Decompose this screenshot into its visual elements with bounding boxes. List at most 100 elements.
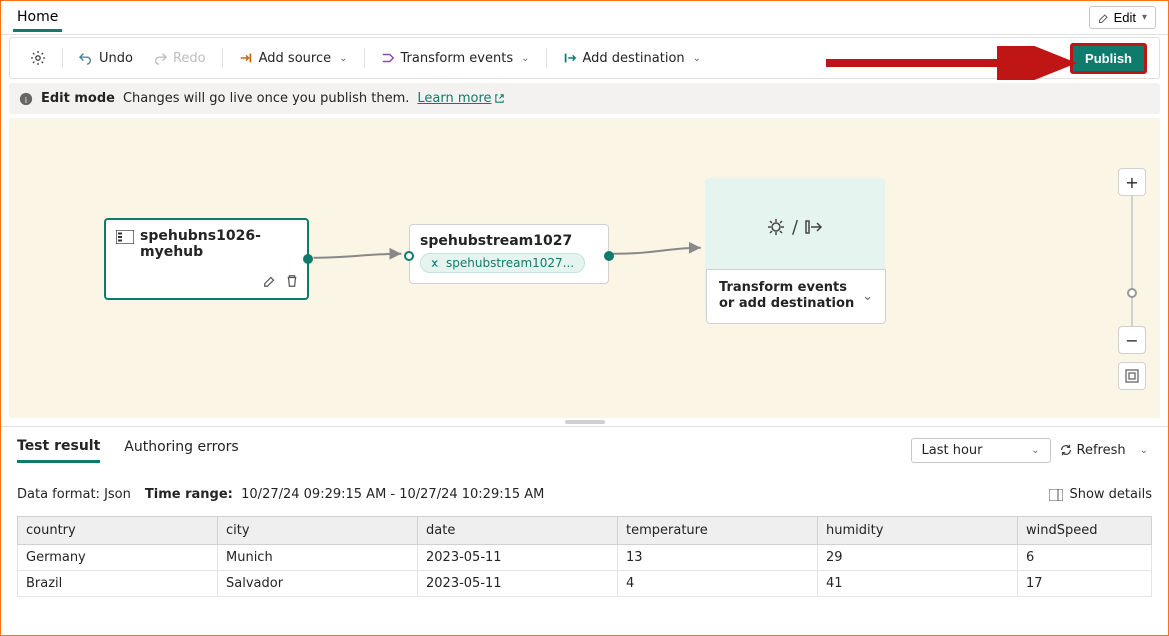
node-stream[interactable]: spehubstream1027 spehubstream1027... bbox=[409, 224, 609, 284]
tab-authoring-errors[interactable]: Authoring errors bbox=[124, 439, 238, 461]
edit-node-button[interactable] bbox=[263, 274, 277, 292]
refresh-icon bbox=[1059, 443, 1073, 457]
node-target[interactable]: / Transform events or add destination ⌄ bbox=[705, 178, 885, 318]
target-action-box[interactable]: Transform events or add destination ⌄ bbox=[706, 269, 886, 324]
target-text: Transform events or add destination bbox=[719, 280, 858, 313]
port-in[interactable] bbox=[404, 251, 414, 261]
edit-button-label: Edit bbox=[1114, 10, 1136, 25]
col-country[interactable]: country bbox=[18, 517, 218, 545]
learn-more-label: Learn more bbox=[417, 91, 491, 106]
port-out[interactable] bbox=[604, 251, 614, 261]
pencil-icon bbox=[263, 274, 277, 288]
timerange-label: Time range: bbox=[145, 487, 233, 502]
time-range-select[interactable]: Last hour ⌄ bbox=[911, 438, 1051, 463]
info-icon: i bbox=[19, 92, 33, 106]
stream-node-title: spehubstream1027 bbox=[420, 233, 598, 249]
edit-button[interactable]: Edit ▾ bbox=[1089, 6, 1156, 29]
cell: Salvador bbox=[218, 571, 418, 597]
settings-button[interactable] bbox=[22, 46, 54, 70]
chevron-down-icon[interactable]: ⌄ bbox=[1136, 445, 1152, 456]
cell: 13 bbox=[618, 545, 818, 571]
pipeline-canvas[interactable]: spehubns1026-myehub spehubstream1027 spe… bbox=[9, 118, 1160, 418]
cell: 17 bbox=[1018, 571, 1152, 597]
stream-icon bbox=[431, 258, 442, 269]
details-icon bbox=[1049, 489, 1063, 501]
zoom-fit-button[interactable] bbox=[1118, 362, 1146, 390]
add-destination-button[interactable]: Add destination ⌄ bbox=[555, 47, 710, 70]
results-tabs: Test result Authoring errors Last hour ⌄… bbox=[17, 433, 1152, 467]
chevron-down-icon: ⌄ bbox=[858, 289, 873, 304]
stream-badge: spehubstream1027... bbox=[420, 253, 585, 273]
cell: 29 bbox=[818, 545, 1018, 571]
show-details-button[interactable]: Show details bbox=[1049, 487, 1152, 502]
cell: 6 bbox=[1018, 545, 1152, 571]
stream-badge-label: spehubstream1027... bbox=[446, 256, 574, 270]
divider bbox=[364, 48, 365, 68]
edit-mode-banner: i Edit mode Changes will go live once yo… bbox=[9, 83, 1160, 114]
fit-icon bbox=[1125, 369, 1139, 383]
zoom-slider[interactable] bbox=[1131, 196, 1133, 326]
zoom-handle[interactable] bbox=[1127, 288, 1137, 298]
transform-events-button[interactable]: Transform events ⌄ bbox=[373, 47, 538, 70]
gear-icon bbox=[30, 50, 46, 66]
col-wind[interactable]: windSpeed bbox=[1018, 517, 1152, 545]
panel-splitter[interactable] bbox=[1, 418, 1168, 426]
col-date[interactable]: date bbox=[418, 517, 618, 545]
cell: Brazil bbox=[18, 571, 218, 597]
zoom-in-button[interactable]: + bbox=[1118, 168, 1146, 196]
time-range-value: Last hour bbox=[922, 443, 983, 458]
refresh-button[interactable]: Refresh bbox=[1059, 443, 1126, 458]
add-dest-label: Add destination bbox=[583, 51, 685, 66]
output-icon bbox=[804, 217, 824, 237]
add-source-icon bbox=[239, 51, 253, 65]
col-temp[interactable]: temperature bbox=[618, 517, 818, 545]
format-label: Data format: bbox=[17, 487, 100, 502]
cell: 2023-05-11 bbox=[418, 571, 618, 597]
tab-home[interactable]: Home bbox=[13, 3, 62, 32]
col-city[interactable]: city bbox=[218, 517, 418, 545]
undo-button[interactable]: Undo bbox=[71, 47, 141, 70]
canvas-wrap: spehubns1026-myehub spehubstream1027 spe… bbox=[9, 118, 1160, 418]
divider bbox=[62, 48, 63, 68]
redo-icon bbox=[153, 51, 167, 65]
tab-test-result[interactable]: Test result bbox=[17, 438, 100, 463]
undo-icon bbox=[79, 51, 93, 65]
cell: 4 bbox=[618, 571, 818, 597]
chevron-down-icon: ▾ bbox=[1142, 12, 1147, 23]
zoom-out-button[interactable]: − bbox=[1118, 326, 1146, 354]
redo-button[interactable]: Redo bbox=[145, 47, 214, 70]
publish-button[interactable]: Publish bbox=[1070, 43, 1147, 74]
timerange-value: 10/27/24 09:29:15 AM - 10/27/24 10:29:15… bbox=[241, 487, 544, 502]
format-value: Json bbox=[104, 487, 131, 502]
undo-label: Undo bbox=[99, 51, 133, 66]
chevron-down-icon: ⌄ bbox=[521, 53, 529, 64]
learn-more-link[interactable]: Learn more bbox=[417, 91, 504, 106]
show-details-label: Show details bbox=[1069, 487, 1152, 502]
table-row[interactable]: Germany Munich 2023-05-11 13 29 6 bbox=[18, 545, 1152, 571]
banner-msg: Changes will go live once you publish th… bbox=[123, 91, 409, 106]
eventhub-icon bbox=[116, 230, 134, 248]
refresh-label: Refresh bbox=[1077, 443, 1126, 458]
external-link-icon bbox=[494, 93, 505, 104]
pencil-icon bbox=[1098, 12, 1110, 24]
transform-icon bbox=[381, 51, 395, 65]
port-out[interactable] bbox=[303, 254, 313, 264]
table-header-row: country city date temperature humidity w… bbox=[18, 517, 1152, 545]
chevron-down-icon: ⌄ bbox=[693, 53, 701, 64]
divider bbox=[222, 48, 223, 68]
col-humidity[interactable]: humidity bbox=[818, 517, 1018, 545]
toolbar: Undo Redo Add source ⌄ Transform events … bbox=[9, 37, 1160, 79]
cell: Germany bbox=[18, 545, 218, 571]
node-source[interactable]: spehubns1026-myehub bbox=[104, 218, 309, 300]
source-node-title: spehubns1026-myehub bbox=[140, 228, 297, 260]
zoom-controls: + − bbox=[1118, 168, 1146, 390]
banner-mode: Edit mode bbox=[41, 91, 115, 106]
cell: Munich bbox=[218, 545, 418, 571]
delete-node-button[interactable] bbox=[285, 274, 299, 292]
transform-gear-icon bbox=[766, 217, 786, 237]
trash-icon bbox=[285, 274, 299, 288]
ribbon-tabbar: Home Edit ▾ bbox=[1, 1, 1168, 35]
table-row[interactable]: Brazil Salvador 2023-05-11 4 41 17 bbox=[18, 571, 1152, 597]
add-source-button[interactable]: Add source ⌄ bbox=[231, 47, 356, 70]
add-source-label: Add source bbox=[259, 51, 331, 66]
